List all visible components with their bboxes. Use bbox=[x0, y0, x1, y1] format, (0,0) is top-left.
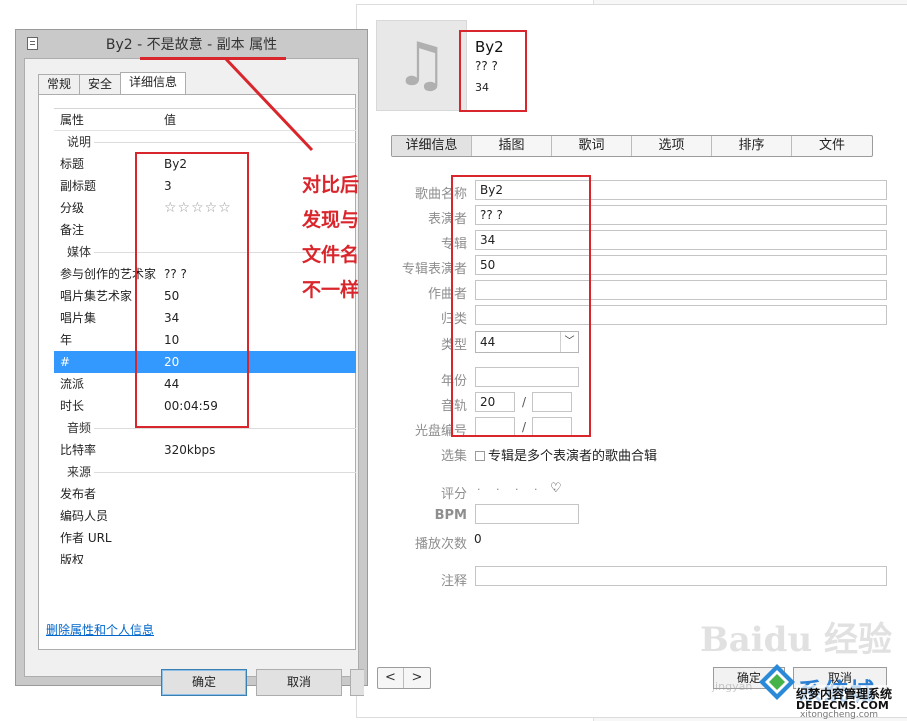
label-compilation: 选集 bbox=[440, 449, 467, 464]
label-bpm: BPM bbox=[434, 508, 467, 523]
property-key: 发布者 bbox=[60, 487, 97, 501]
property-key: 备注 bbox=[60, 223, 85, 237]
tab-security[interactable]: 安全 bbox=[79, 74, 122, 94]
list-header: 属性 值 bbox=[54, 109, 356, 131]
bpm-field[interactable] bbox=[475, 504, 579, 524]
section-label: 媒体 bbox=[67, 245, 92, 259]
brand-logo-icon bbox=[759, 664, 795, 700]
tab-details[interactable]: 详细信息 bbox=[392, 136, 472, 156]
jingyan-watermark: jingyan bbox=[712, 680, 753, 693]
property-key: 副标题 bbox=[60, 179, 97, 193]
highlight-box-right-values bbox=[451, 175, 591, 437]
properties-tab-bar: 常规 安全 详细信息 bbox=[38, 72, 187, 94]
list-item[interactable]: 编码人员 bbox=[54, 505, 356, 527]
list-item[interactable]: 作者 URL bbox=[54, 527, 356, 549]
title-underline bbox=[140, 57, 286, 60]
property-key: 作者 URL bbox=[60, 531, 112, 545]
annotation-line: 不一样 bbox=[302, 279, 360, 301]
property-key: 唱片集 bbox=[60, 311, 97, 325]
tab-details[interactable]: 详细信息 bbox=[120, 72, 187, 94]
property-key: 版权 bbox=[60, 553, 85, 564]
itunes-info-window: ♫ By2 ?? ? 34 详细信息 插图 歌词 选项 排序 文件 歌曲名称 B… bbox=[356, 4, 907, 718]
site-watermark-2: xitongcheng.com bbox=[800, 710, 878, 720]
property-key: 标题 bbox=[60, 157, 85, 171]
highlight-box-left-values bbox=[135, 152, 249, 428]
ok-button[interactable]: 确定 bbox=[161, 669, 247, 696]
property-key: 年 bbox=[60, 333, 73, 347]
property-value: 320kbps bbox=[164, 443, 216, 457]
column-property[interactable]: 属性 bbox=[60, 109, 84, 131]
highlight-box-header bbox=[459, 30, 527, 112]
tab-lyrics[interactable]: 歌词 bbox=[552, 136, 632, 156]
compilation-checkbox[interactable]: 专辑是多个表演者的歌曲合辑 bbox=[475, 445, 657, 464]
section-description: 说明 bbox=[54, 131, 356, 153]
tab-sorting[interactable]: 排序 bbox=[712, 136, 792, 156]
section-label: 音频 bbox=[67, 421, 92, 435]
checkbox-icon bbox=[475, 451, 485, 461]
window-title: By2 - 不是故意 - 副本 属性 bbox=[105, 37, 278, 53]
cancel-button[interactable]: 取消 bbox=[256, 669, 342, 696]
annotation-line: 发现与 bbox=[302, 209, 360, 231]
heart-icon[interactable]: ♡ bbox=[550, 481, 562, 496]
remove-properties-link[interactable]: 删除属性和个人信息 bbox=[46, 621, 154, 638]
property-key: 比特率 bbox=[60, 443, 97, 457]
property-key: # bbox=[60, 355, 71, 369]
tab-file[interactable]: 文件 bbox=[792, 136, 872, 156]
prev-button[interactable]: < bbox=[378, 668, 404, 688]
annotation-text: 对比后 发现与 文件名 不一样 bbox=[302, 168, 359, 308]
annotation-line: 文件名 bbox=[302, 244, 360, 266]
album-art: ♫ bbox=[376, 20, 467, 111]
play-count-value: 0 bbox=[474, 532, 482, 546]
compilation-label: 专辑是多个表演者的歌曲合辑 bbox=[488, 449, 658, 464]
annotation-line: 对比后 bbox=[302, 174, 360, 196]
section-label: 来源 bbox=[67, 465, 92, 479]
itunes-tab-bar: 详细信息 插图 歌词 选项 排序 文件 bbox=[391, 135, 873, 157]
label-rating: 评分 bbox=[440, 487, 467, 502]
list-item[interactable]: 发布者 bbox=[54, 483, 356, 505]
apply-button[interactable] bbox=[350, 669, 364, 696]
property-key: 流派 bbox=[60, 377, 85, 391]
property-key: 分级 bbox=[60, 201, 85, 215]
property-key: 唱片集艺术家 bbox=[60, 289, 133, 303]
baidu-watermark: Baidu 经验 bbox=[700, 620, 893, 660]
list-item[interactable]: 版权 bbox=[54, 549, 356, 564]
screenshot-stage: ♫ By2 ?? ? 34 详细信息 插图 歌词 选项 排序 文件 歌曲名称 B… bbox=[0, 0, 907, 721]
label-comments: 注释 bbox=[440, 574, 467, 589]
property-key: 时长 bbox=[60, 399, 85, 413]
list-item[interactable]: 比特率 320kbps bbox=[54, 439, 356, 461]
comments-field[interactable] bbox=[475, 566, 887, 586]
tab-general[interactable]: 常规 bbox=[38, 74, 81, 94]
property-key: 编码人员 bbox=[60, 509, 109, 523]
section-origin: 来源 bbox=[54, 461, 356, 483]
section-label: 说明 bbox=[67, 135, 92, 149]
music-note-icon: ♫ bbox=[394, 30, 449, 100]
tab-artwork[interactable]: 插图 bbox=[472, 136, 552, 156]
prev-next-nav: < > bbox=[377, 667, 431, 689]
column-value[interactable]: 值 bbox=[164, 109, 176, 131]
window-titlebar[interactable]: By2 - 不是故意 - 副本 属性 bbox=[16, 30, 367, 58]
label-play-count: 播放次数 bbox=[414, 537, 467, 552]
tab-options[interactable]: 选项 bbox=[632, 136, 712, 156]
next-button[interactable]: > bbox=[404, 668, 430, 688]
